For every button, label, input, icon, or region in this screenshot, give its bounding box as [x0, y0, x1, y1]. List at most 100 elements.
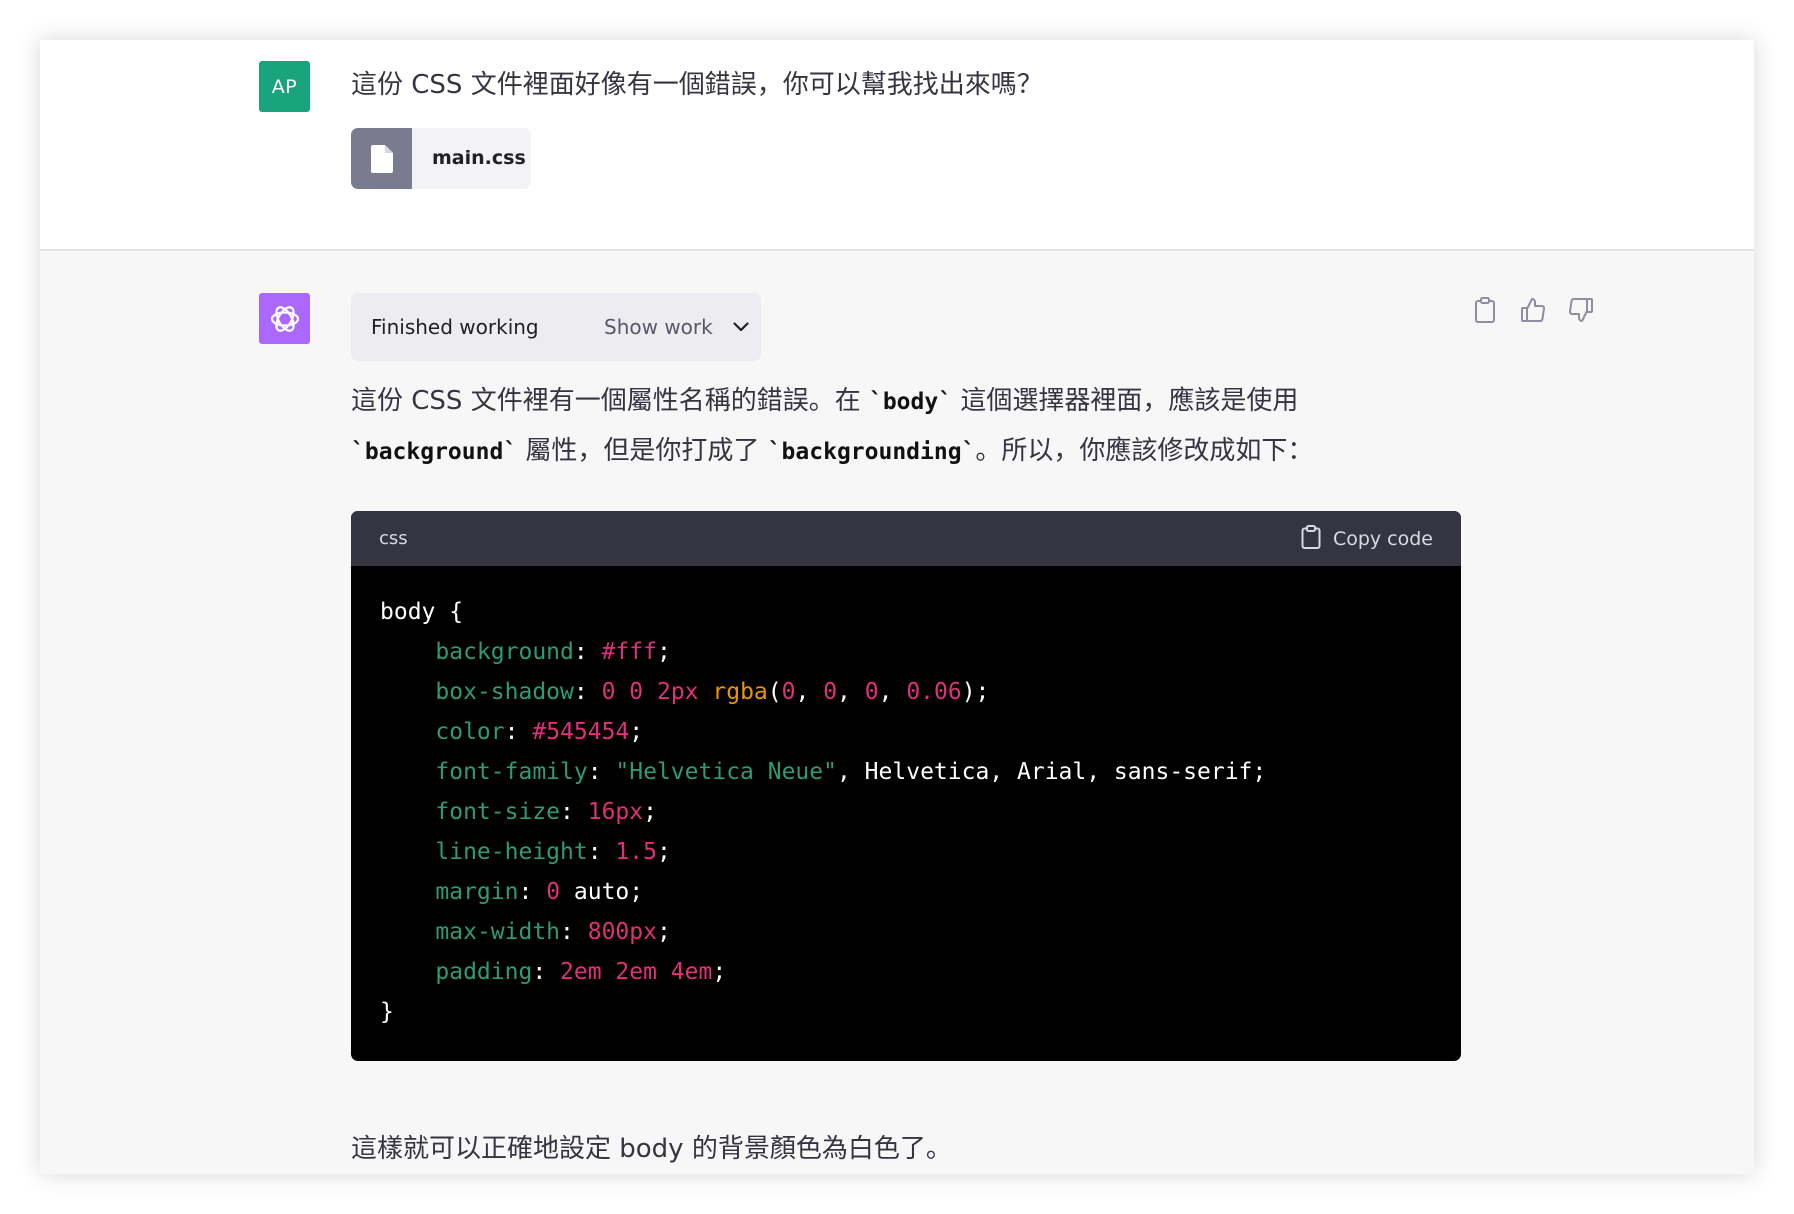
code-token: auto;: [560, 879, 644, 905]
attachment-chip[interactable]: main.css: [351, 128, 531, 189]
code-token: ;: [656, 639, 671, 665]
code-token: padding: [435, 959, 533, 985]
code-token: margin: [435, 879, 519, 905]
user-avatar-initials: AP: [271, 75, 298, 98]
code-line: body {: [380, 592, 1432, 632]
chevron-down-icon: [733, 322, 749, 332]
code-token: , Helvetica, Arial, sans-serif;: [836, 759, 1267, 785]
code-token: 0: [864, 679, 879, 705]
code-line: font-size: 16px;: [380, 792, 1432, 832]
code-token: :: [587, 839, 616, 865]
show-work-label: Show work: [604, 315, 713, 339]
code-line: background: #fff;: [380, 632, 1432, 672]
code-line: max-width: 800px;: [380, 912, 1432, 952]
code-token: :: [504, 719, 533, 745]
code-token: "Helvetica Neue": [615, 759, 837, 785]
code-line: box-shadow: 0 0 2px rgba(0, 0, 0, 0.06);: [380, 672, 1432, 712]
chat-window: AP 這份 CSS 文件裡面好像有一個錯誤，你可以幫我找出來嗎？ main.cs…: [40, 40, 1754, 1174]
code-token: :: [560, 799, 588, 825]
code-token: #545454: [532, 719, 630, 745]
user-message-text: 這份 CSS 文件裡面好像有一個錯誤，你可以幫我找出來嗎？: [351, 70, 1043, 100]
code-token: 0: [781, 679, 796, 705]
answer-part: 。所以，你應該修改成如下：: [975, 436, 1314, 466]
status-text: Finished working: [371, 315, 539, 339]
code-token: :: [587, 759, 616, 785]
code-line: margin: 0 auto;: [380, 872, 1432, 912]
code-token: :: [518, 879, 547, 905]
code-token: rgba: [712, 679, 768, 705]
code-line: color: #545454;: [380, 712, 1432, 752]
code-token: 0 0 2px: [601, 679, 699, 705]
code-token: ;: [712, 959, 727, 985]
answer-part: 這個選擇器裡面，應該是使用: [952, 386, 1299, 416]
code-token: }: [380, 999, 394, 1025]
code-content: body { background: #fff; box-shadow: 0 0…: [351, 566, 1461, 1032]
code-token: 0: [823, 679, 838, 705]
code-token: 0: [546, 879, 561, 905]
openai-logo-icon: [259, 293, 310, 344]
code-token: color: [435, 719, 505, 745]
code-token: font-size: [435, 799, 561, 825]
message-actions: [1470, 295, 1596, 325]
code-token: body {: [380, 599, 464, 625]
code-line: padding: 2em 2em 4em;: [380, 952, 1432, 992]
clipboard-icon[interactable]: [1470, 295, 1500, 325]
code-token: :: [573, 679, 602, 705]
code-token: :: [532, 959, 561, 985]
code-token: max-width: [435, 919, 561, 945]
code-block: css Copy code body { background: #fff; b…: [351, 511, 1461, 1061]
code-token: #fff: [601, 639, 657, 665]
code-token: ;: [656, 839, 671, 865]
code-token: ;: [643, 799, 657, 825]
code-token: :: [560, 919, 588, 945]
code-token: 800px: [587, 919, 657, 945]
code-token: 2em 2em 4em: [560, 959, 713, 985]
code-header: css Copy code: [351, 511, 1461, 566]
code-line: font-family: "Helvetica Neue", Helvetica…: [380, 752, 1432, 792]
copy-code-label: Copy code: [1332, 527, 1433, 550]
inline-code: `background`: [351, 439, 518, 465]
code-token: line-height: [435, 839, 588, 865]
code-token: 0.06: [906, 679, 962, 705]
answer-part: 這份 CSS 文件裡有一個屬性名稱的錯誤。在: [351, 386, 869, 416]
code-token: ,: [878, 679, 907, 705]
show-work-button[interactable]: Show work: [604, 293, 749, 361]
code-token: box-shadow: [435, 679, 574, 705]
code-token: background: [435, 639, 574, 665]
code-line: }: [380, 992, 1432, 1032]
file-icon: [351, 128, 412, 189]
attachment-file-name: main.css: [432, 147, 526, 169]
code-token: 16px: [587, 799, 644, 825]
thumbs-down-icon[interactable]: [1566, 295, 1596, 325]
code-token: ,: [795, 679, 824, 705]
clipboard-icon: [1301, 524, 1321, 553]
user-avatar: AP: [259, 61, 310, 112]
code-token: font-family: [435, 759, 588, 785]
code-token: (: [767, 679, 782, 705]
code-token: ,: [837, 679, 865, 705]
copy-code-button[interactable]: Copy code: [1301, 511, 1433, 566]
assistant-answer-text: 這份 CSS 文件裡有一個屬性名稱的錯誤。在 `body` 這個選擇器裡面，應該…: [351, 377, 1351, 477]
code-token: ;: [656, 919, 671, 945]
inline-code: `backgrounding`: [767, 439, 976, 465]
answer-part: 屬性，但是你打成了: [517, 436, 768, 466]
work-status-bar: Finished working Show work: [351, 293, 761, 361]
user-message-row: AP 這份 CSS 文件裡面好像有一個錯誤，你可以幫我找出來嗎？ main.cs…: [40, 40, 1754, 251]
code-token: :: [573, 639, 602, 665]
inline-code: `body`: [868, 389, 953, 415]
assistant-closing-text: 這樣就可以正確地設定 body 的背景顏色為白色了。: [351, 1134, 952, 1164]
code-token: ;: [629, 719, 644, 745]
thumbs-up-icon[interactable]: [1518, 295, 1548, 325]
code-language-label: css: [379, 528, 408, 549]
code-token: );: [961, 679, 990, 705]
